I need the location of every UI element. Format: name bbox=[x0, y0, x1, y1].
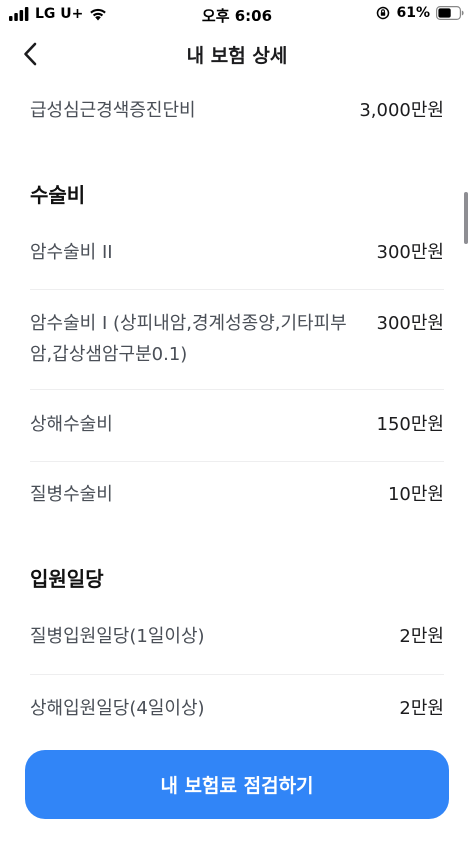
row-divider bbox=[30, 289, 444, 290]
coverage-amount: 2만원 bbox=[399, 698, 444, 719]
check-premium-button[interactable]: 내 보험료 점검하기 bbox=[25, 750, 449, 819]
section-title-hospitalization: 입원일당 bbox=[30, 567, 104, 591]
coverage-row: 질병수술비 10만원 bbox=[30, 479, 444, 510]
coverage-detail-list[interactable]: 급성심근경색증진단비 3,000만원 수술비 암수술비 II 300만원 암수술… bbox=[0, 78, 474, 743]
coverage-label: 급성심근경색증진단비 bbox=[30, 100, 196, 121]
status-right: 61% bbox=[376, 5, 464, 21]
coverage-label: 암수술비 II bbox=[30, 242, 113, 263]
page-title: 내 보험 상세 bbox=[186, 45, 288, 67]
coverage-amount: 300만원 bbox=[376, 242, 444, 263]
coverage-label: 질병입원일당(1일이상) bbox=[30, 626, 205, 647]
coverage-row: 급성심근경색증진단비 3,000만원 bbox=[30, 95, 444, 126]
section-title-surgery: 수술비 bbox=[30, 183, 86, 207]
coverage-row: 질병입원일당(1일이상) 2만원 bbox=[30, 621, 444, 652]
coverage-label: 암수술비 I (상피내암,경계성종양,기타피부암,갑상샘암구분0.1) bbox=[30, 313, 347, 365]
coverage-label: 상해입원일당(4일이상) bbox=[30, 698, 205, 719]
orientation-lock-icon bbox=[377, 6, 390, 20]
coverage-amount: 10만원 bbox=[387, 484, 444, 505]
scrollbar[interactable] bbox=[464, 192, 468, 244]
coverage-amount: 150만원 bbox=[376, 414, 444, 435]
status-bar: LG U+ 오후 6:06 61% bbox=[0, 0, 474, 30]
coverage-row: 상해수술비 150만원 bbox=[30, 409, 444, 440]
row-divider bbox=[30, 389, 444, 390]
battery-percent: 61% bbox=[396, 5, 430, 21]
coverage-row: 암수술비 II 300만원 bbox=[30, 237, 444, 268]
coverage-amount: 3,000만원 bbox=[359, 100, 444, 121]
coverage-row: 상해입원일당(4일이상) 2만원 bbox=[30, 693, 444, 724]
coverage-label: 상해수술비 bbox=[30, 414, 113, 435]
battery-icon bbox=[436, 6, 464, 20]
coverage-amount: 300만원 bbox=[376, 313, 444, 334]
row-divider bbox=[30, 461, 444, 462]
coverage-label: 질병수술비 bbox=[30, 484, 113, 505]
coverage-amount: 2만원 bbox=[399, 626, 444, 647]
navigation-bar: 내 보험 상세 bbox=[0, 30, 474, 78]
row-divider bbox=[30, 674, 444, 675]
coverage-row: 암수술비 I (상피내암,경계성종양,기타피부암,갑상샘암구분0.1) 300만… bbox=[30, 308, 444, 370]
